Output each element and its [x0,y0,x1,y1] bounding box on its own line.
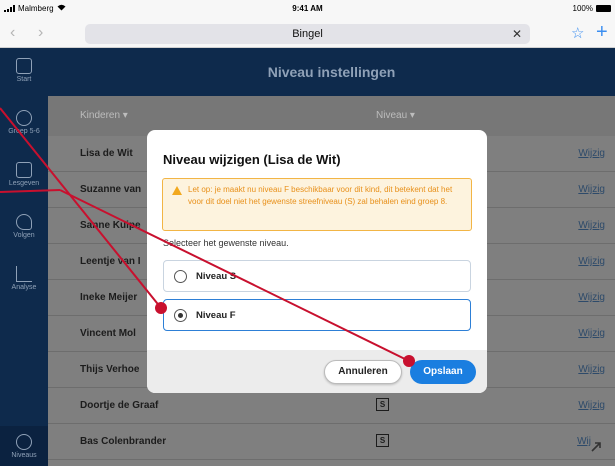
level-change-dialog: Niveau wijzigen (Lisa de Wit) Let op: je… [147,130,487,393]
sidebar-item-start[interactable]: Start [0,58,48,83]
wijzig-link[interactable]: Wijzig [578,184,605,195]
browser-toolbar: ‹ › Bingel ✕ ☆ + [0,20,615,48]
sidebar-item-label: Start [16,76,32,83]
wijzig-link[interactable]: Wijzig [578,400,605,411]
sidebar-item-volgen[interactable]: Volgen [0,214,48,239]
bookmark-star-icon[interactable]: ☆ [571,24,584,42]
sidebar-item-lesgeven[interactable]: Lesgeven [0,162,48,187]
option-niveau-f[interactable]: Niveau F [163,299,471,331]
teach-icon [16,162,32,178]
clear-icon[interactable]: ✕ [512,24,522,44]
sidebar-item-label: Analyse [11,284,37,291]
gear-icon [16,434,32,450]
warning-text: Let op: je maakt nu niveau F beschikbaar… [188,185,453,206]
follow-icon [16,214,32,230]
wijzig-link[interactable]: Wijzig [578,256,605,267]
option-niveau-s[interactable]: Niveau S [163,260,471,292]
clock: 9:41 AM [292,4,323,13]
status-bar: Malmberg 9:41 AM 100% [0,0,615,20]
dialog-footer: Annuleren Opslaan [147,350,487,393]
select-prompt: Selecteer het gewenste niveau. [163,238,289,248]
page-title: Niveau instellingen [48,48,615,96]
battery-percent: 100% [572,4,593,13]
home-icon [16,58,32,74]
option-label: Niveau F [196,310,236,321]
new-tab-plus-icon[interactable]: + [596,21,608,44]
sidebar-item-label: Lesgeven [8,180,40,187]
sidebar: Start Groep 5-6 Lesgeven Volgen Analyse … [0,48,48,466]
warning-box: Let op: je maakt nu niveau F beschikbaar… [162,178,472,231]
sidebar-item-label: Niveaus [11,452,37,459]
address-bar[interactable]: Bingel ✕ [85,24,530,44]
student-name: Bas Colenbrander [80,436,167,447]
sidebar-item-analyse[interactable]: Analyse [0,266,48,291]
wijzig-link[interactable]: Wijzig [578,292,605,303]
level-badge: S [376,434,389,447]
column-header-level[interactable]: Niveau ▾ [376,110,415,121]
student-name: Lisa de Wit [80,148,133,159]
wijzig-link[interactable]: Wijzig [578,328,605,339]
sidebar-item-label: Volgen [13,232,35,239]
sidebar-item-groep[interactable]: Groep 5-6 [0,110,48,135]
forward-icon[interactable]: › [38,24,43,42]
address-text: Bingel [292,28,323,40]
battery-icon [596,5,611,12]
level-badge: S [376,398,389,411]
student-name: Leentje van I [80,256,141,267]
cancel-button[interactable]: Annuleren [324,360,402,384]
wijzig-link[interactable]: Wijzig [578,220,605,231]
table-row: Doortje de Graaf S Wijzig [48,388,615,424]
student-name: Vincent Mol [80,328,136,339]
link-icon[interactable] [589,440,605,459]
wijzig-link[interactable]: Wijzig [578,148,605,159]
dialog-title: Niveau wijzigen (Lisa de Wit) [163,152,341,167]
group-icon [16,110,32,126]
option-label: Niveau S [196,271,237,282]
student-name: Sanne Kuipe [80,220,141,231]
student-name: Doortje de Graaf [80,400,159,411]
student-name: Suzanne van [80,184,142,195]
warning-icon [172,186,182,195]
chart-icon [16,266,32,282]
radio-niveau-f[interactable] [174,309,187,322]
student-name: Ineke Meijer [80,292,138,303]
student-name: Thijs Verhoe [80,364,140,375]
battery-status: 100% [573,4,611,13]
column-header-children[interactable]: Kinderen ▾ [80,110,128,121]
wijzig-link[interactable]: Wijzig [578,364,605,375]
radio-niveau-s[interactable] [174,270,187,283]
sidebar-item-niveaus[interactable]: Niveaus [0,426,48,466]
save-button[interactable]: Opslaan [410,360,476,384]
sidebar-item-label: Groep 5-6 [8,128,40,135]
table-row: Bas Colenbrander S Wij [48,424,615,460]
back-icon[interactable]: ‹ [10,24,15,42]
